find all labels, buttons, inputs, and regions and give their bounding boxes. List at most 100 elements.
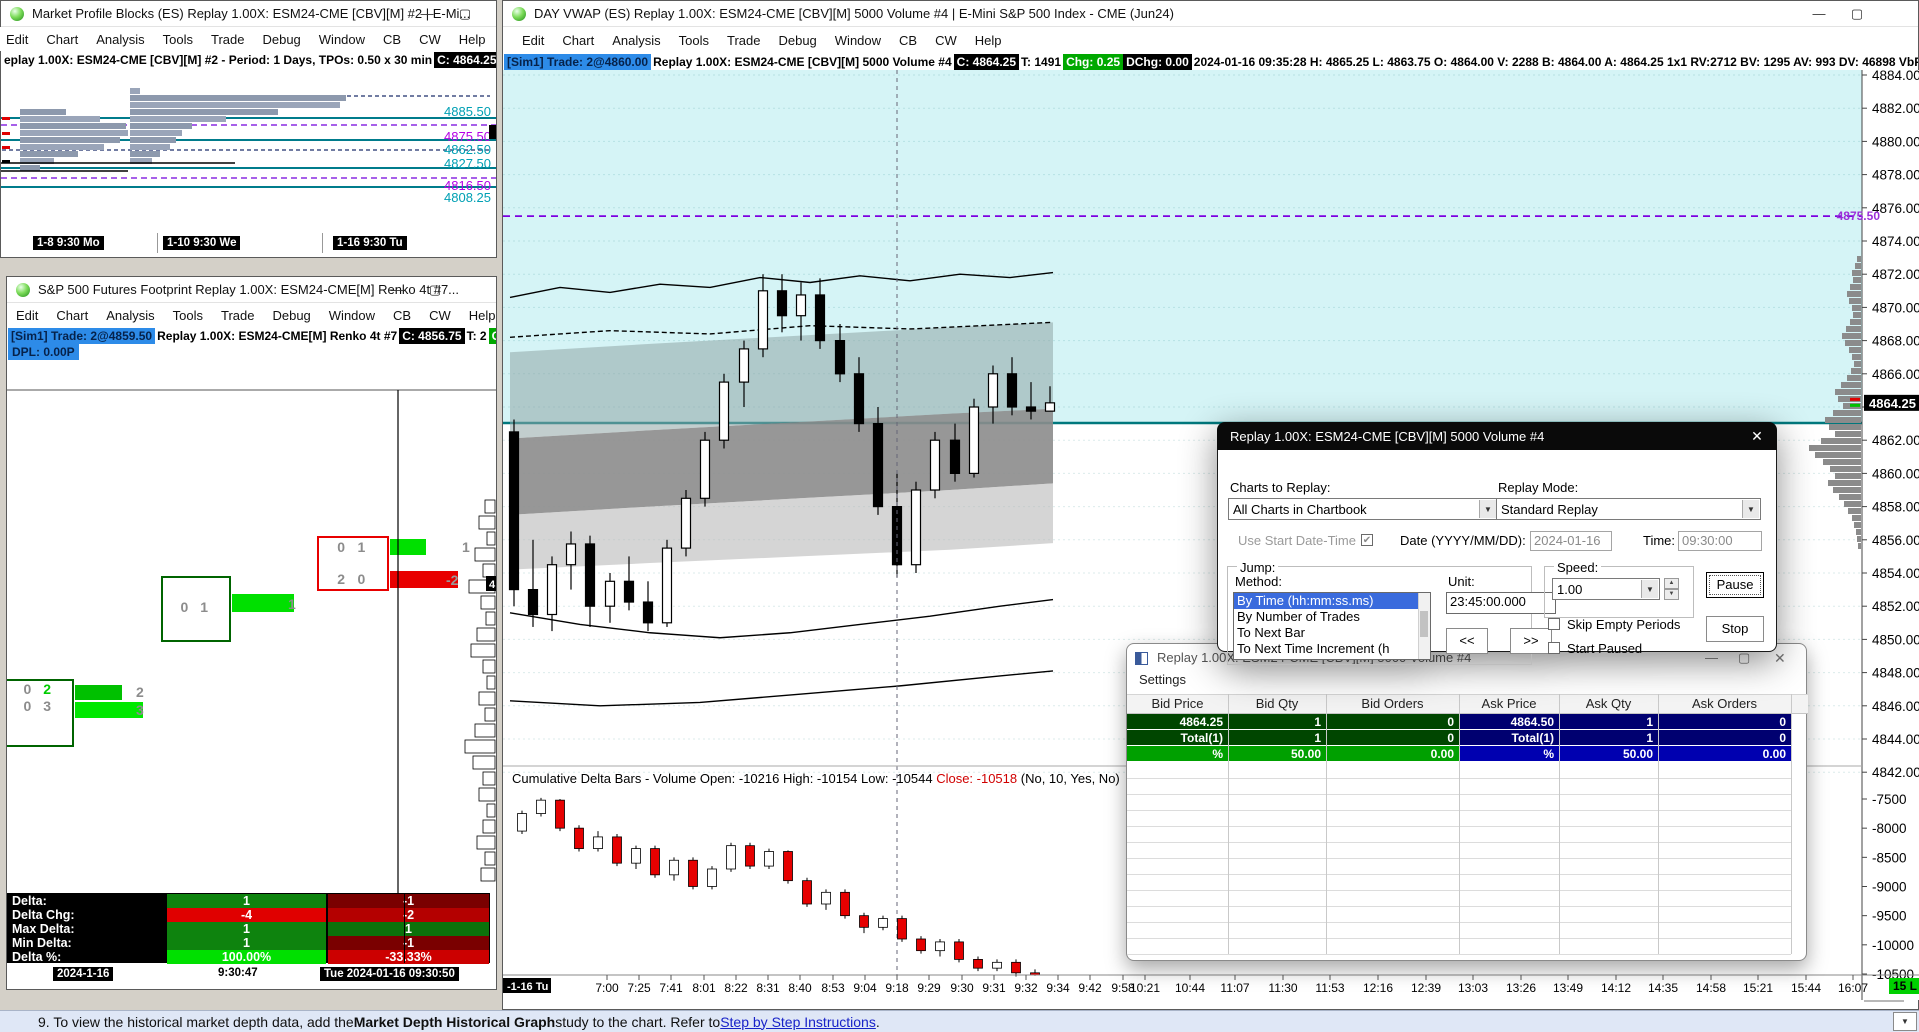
mp-menu-cw[interactable]: CW [410,32,450,47]
fp-menu-window[interactable]: Window [320,308,384,323]
info-text: 9. To view the historical market depth d… [38,1013,354,1030]
mp-menu-window[interactable]: Window [310,32,374,47]
time-input[interactable]: 09:30:00 [1678,531,1762,551]
depth-cell: 0.00 [1326,746,1459,762]
stop-button[interactable]: Stop [1706,616,1764,642]
depth-gridline [1127,954,1791,955]
depth-settings-menu[interactable]: Settings [1139,672,1186,687]
depth-header-bid-price[interactable]: Bid Price [1127,694,1228,711]
svg-text:8:22: 8:22 [724,981,748,995]
depth-header-ask-price[interactable]: Ask Price [1459,694,1559,711]
mp-menu-analysis[interactable]: Analysis [87,32,153,47]
method-listbox[interactable]: By Time (hh:mm:ss.ms) By Number of Trades… [1233,592,1431,660]
method-option[interactable]: By Time (hh:mm:ss.ms) [1234,593,1430,609]
depth-cell: 0 [1658,730,1791,746]
mp-menu-trade[interactable]: Trade [202,32,253,47]
unit-label: Unit: [1448,574,1475,589]
svg-text:4872.00: 4872.00 [1872,267,1919,282]
maximize-icon[interactable]: ▢ [1738,650,1750,666]
depth-header-bid-orders[interactable]: Bid Orders [1326,694,1459,711]
scroll-dropdown-button[interactable]: ▼ [1893,1012,1917,1031]
main-menu-edit[interactable]: Edit [513,33,553,48]
fp-menu-cw[interactable]: CW [420,308,460,323]
fp-menu-cb[interactable]: CB [384,308,420,323]
charts-to-replay-select[interactable]: All Charts in Chartbook ▼ [1228,498,1498,520]
svg-text:8:40: 8:40 [788,981,812,995]
scrollbar[interactable] [1418,593,1430,659]
use-start-datetime-checkbox[interactable]: ✔ [1361,534,1373,546]
svg-text:4870.00: 4870.00 [1872,300,1919,315]
jump-back-button[interactable]: << [1446,628,1488,654]
main-menu-chart[interactable]: Chart [553,33,603,48]
scrollbar-thumb[interactable] [1420,611,1428,637]
close-icon[interactable]: ✕ [1737,422,1777,450]
mp-menu-cb[interactable]: CB [374,32,410,47]
main-menu-tools[interactable]: Tools [670,33,718,48]
pause-button[interactable]: Pause [1706,572,1764,598]
mp-menu-tools[interactable]: Tools [154,32,202,47]
info-text2: study to the chart. Refer to [555,1013,721,1030]
replay-mode-select[interactable]: Standard Replay ▼ [1496,498,1761,520]
main-titlebar[interactable]: DAY VWAP (ES) Replay 1.00X: ESM24-CME [C… [503,1,1918,27]
chevron-down-icon[interactable]: ▼ [1479,500,1496,518]
fp-menu-tools[interactable]: Tools [164,308,212,323]
fp-menu-edit[interactable]: Edit [7,308,47,323]
main-menu-cw[interactable]: CW [926,33,966,48]
minimize-icon[interactable]: — [1705,650,1718,665]
method-option[interactable]: By Number of Trades [1234,609,1430,625]
skip-empty-periods-checkbox[interactable] [1548,618,1560,630]
maximize-icon[interactable]: ▢ [418,277,452,303]
fp-menu-trade[interactable]: Trade [212,308,263,323]
svg-text:7:00: 7:00 [595,981,619,995]
window-market-depth: Replay 1.00X: ESM24-CME [CBV][M] 5000 Vo… [1126,643,1808,961]
maximize-icon[interactable]: ▢ [448,1,482,27]
mp-menu-debug[interactable]: Debug [253,32,309,47]
minimize-icon[interactable]: — [410,1,444,27]
close-icon[interactable]: ✕ [1774,650,1786,667]
svg-text:9:34: 9:34 [1046,981,1070,995]
speed-spin-up[interactable]: ▲ [1664,578,1679,589]
method-option[interactable]: To Next Time Increment (h [1234,641,1430,657]
svg-text:-9500: -9500 [1872,909,1907,924]
replay-dialog-titlebar[interactable]: Replay 1.00X: ESM24-CME [CBV][M] 5000 Vo… [1217,422,1777,450]
svg-text:0: 0 [358,571,366,587]
step-by-step-link[interactable]: Step by Step Instructions [720,1014,876,1030]
minimize-icon[interactable]: — [1802,1,1836,27]
fp-menu-help[interactable]: Help [460,308,505,323]
mp-menu-edit[interactable]: Edit [0,32,37,47]
svg-text:4: 4 [489,579,496,591]
date-input[interactable]: 2024-01-16 [1530,531,1612,551]
minimize-icon[interactable]: — [380,277,414,303]
fp-crosshair-ext [404,893,405,963]
fp-menu-debug[interactable]: Debug [263,308,319,323]
chevron-down-icon[interactable]: ▼ [1641,580,1658,598]
footprint-chart[interactable]: 1-21230 12 00 10 20 34 [7,360,496,963]
market-profile-chart[interactable]: 4885.504875.504862.504827.504816.504808.… [1,68,496,232]
depth-header-ask-orders[interactable]: Ask Orders [1658,694,1791,711]
speed-select[interactable]: 1.00 ▼ [1552,578,1660,600]
start-paused-checkbox[interactable] [1548,642,1560,654]
desktop: Market Profile Blocks (ES) Replay 1.00X:… [0,0,1919,1032]
mp-menu-help[interactable]: Help [450,32,495,47]
fp-menu-analysis[interactable]: Analysis [97,308,163,323]
status-segment: DChg: 0.00 [1123,54,1192,70]
maximize-icon[interactable]: ▢ [1840,1,1874,27]
fp-menu-chart[interactable]: Chart [47,308,97,323]
main-menu-cb[interactable]: CB [890,33,926,48]
main-menu-trade[interactable]: Trade [718,33,769,48]
main-menu-debug[interactable]: Debug [769,33,825,48]
app-globe-icon [512,6,526,21]
fp-delta-value: 1 [167,936,326,950]
main-menu-analysis[interactable]: Analysis [603,33,669,48]
speed-spin-down[interactable]: ▼ [1664,589,1679,600]
chevron-down-icon[interactable]: ▼ [1742,500,1759,518]
svg-text:14:35: 14:35 [1648,981,1678,995]
main-menu-window[interactable]: Window [826,33,890,48]
method-option[interactable]: To Next Bar [1234,625,1430,641]
depth-header-ask-qty[interactable]: Ask Qty [1559,694,1658,711]
main-menu-help[interactable]: Help [966,33,1011,48]
depth-header-bid-qty[interactable]: Bid Qty [1228,694,1326,711]
mp-menu-chart[interactable]: Chart [37,32,87,47]
unit-input[interactable]: 23:45:00.000 [1446,592,1556,614]
jump-forward-button[interactable]: >> [1510,628,1552,654]
